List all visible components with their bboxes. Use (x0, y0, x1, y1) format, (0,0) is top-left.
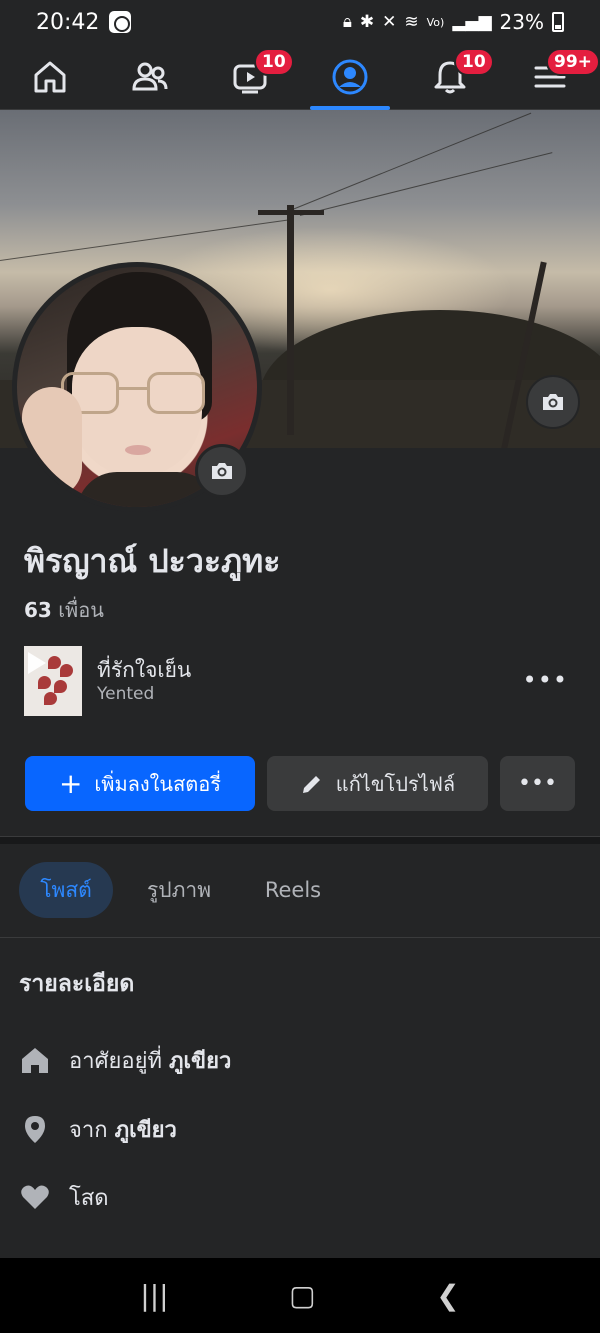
bluetooth-icon: ✱ (359, 12, 375, 32)
lives-in-place[interactable]: ภูเขียว (169, 1049, 231, 1074)
profile-music[interactable]: ที่รักใจเย็น Yented ••• (24, 646, 576, 716)
plus-icon: + (58, 767, 83, 800)
power-line (299, 152, 553, 216)
music-title: ที่รักใจเย็น (97, 658, 192, 682)
system-navigation-bar: ||| ▢ ❮ (0, 1258, 600, 1333)
add-to-story-button[interactable]: + เพิ่มลงในสตอรี่ (25, 756, 255, 811)
status-bar: 20:42 🔒︎ ✱ ✕ ≋ Vo) ▂▄▆ 23% (0, 0, 600, 44)
from-prefix: จาก (69, 1117, 108, 1143)
section-divider (0, 836, 600, 844)
location-pin-icon (25, 1116, 45, 1143)
edit-profile-picture-button[interactable] (195, 444, 249, 498)
relationship-status: โสด (69, 1185, 109, 1211)
music-artist: Yented (97, 684, 155, 704)
from-place[interactable]: ภูเขียว (115, 1118, 177, 1143)
hand (22, 387, 82, 497)
camera-icon (543, 394, 563, 410)
menu-badge: 99+ (546, 47, 600, 76)
home-button[interactable]: ▢ (289, 1279, 315, 1312)
notifications-badge: 10 (454, 47, 494, 76)
nav-home[interactable] (10, 44, 90, 110)
nav-watch[interactable]: 10 (210, 44, 294, 110)
from-text: จาก ภูเขียว (69, 1112, 177, 1147)
signal-icon: ▂▄▆ (452, 12, 492, 32)
battery-icon (552, 12, 564, 32)
more-icon: ••• (518, 771, 557, 796)
petal (44, 692, 57, 705)
edit-cover-camera-button[interactable] (526, 375, 580, 429)
friends-number: 63 (24, 598, 52, 622)
nav-friends[interactable] (110, 44, 190, 110)
more-options-button[interactable]: ••• (500, 756, 575, 811)
profile-name: พิรญาณ์ ปะวะภูทะ (24, 542, 281, 580)
heart-icon (21, 1185, 49, 1209)
mute-icon: ✕ (382, 12, 397, 32)
petal (38, 676, 51, 689)
lives-in-prefix: อาศัยอยู่ที่ (69, 1048, 163, 1074)
lives-in-text: อาศัยอยู่ที่ ภูเขียว (69, 1043, 231, 1078)
music-more-icon[interactable]: ••• (523, 666, 568, 694)
detail-relationship: โสด (19, 1177, 109, 1217)
top-nav: 10 10 99+ (0, 44, 600, 110)
glasses-bridge (119, 387, 149, 390)
tab-reels[interactable]: Reels (248, 862, 338, 918)
friends-count[interactable]: 63 เพื่อน (24, 594, 104, 626)
status-right: 🔒︎ ✱ ✕ ≋ Vo) ▂▄▆ 23% (343, 10, 564, 34)
status-time: 20:42 (36, 9, 100, 35)
petal (48, 656, 61, 669)
status-left: 20:42 (36, 9, 132, 35)
recent-apps-button[interactable]: ||| (140, 1279, 168, 1312)
petal (54, 680, 67, 693)
watch-badge: 10 (254, 47, 294, 76)
home-icon (22, 1048, 48, 1073)
mouth (125, 445, 151, 455)
home-icon (34, 61, 66, 92)
detail-from: จาก ภูเขียว (19, 1109, 177, 1149)
profile-tabs: โพสต์ รูปภาพ Reels (0, 844, 600, 938)
edit-profile-label: แก้ไขโปรไฟล์ (335, 771, 456, 796)
glasses-right (147, 372, 205, 414)
wifi-icon: ≋ (404, 12, 419, 32)
power-line (289, 112, 532, 211)
utility-pole-crossbar (258, 210, 324, 215)
utility-pole (287, 205, 294, 435)
back-button[interactable]: ❮ (436, 1279, 459, 1312)
camera-icon (212, 463, 232, 479)
tab-posts[interactable]: โพสต์ (19, 862, 113, 918)
profile-icon (332, 59, 368, 94)
detail-lives-in: อาศัยอยู่ที่ ภูเขียว (19, 1040, 231, 1080)
play-icon (28, 652, 46, 674)
power-line (0, 219, 288, 261)
music-thumbnail (24, 646, 82, 716)
petal (60, 664, 73, 677)
pencil-icon (302, 775, 320, 793)
nav-menu[interactable]: 99+ (510, 44, 600, 110)
nav-notifications[interactable]: 10 (410, 44, 494, 110)
tab-photos[interactable]: รูปภาพ (130, 862, 228, 918)
messenger-status-icon (109, 11, 132, 33)
friends-label: เพื่อน (58, 598, 104, 622)
nav-profile[interactable] (310, 44, 390, 110)
lock-icon: 🔒︎ (342, 12, 352, 32)
add-to-story-label: เพิ่มลงในสตอรี่ (94, 771, 222, 796)
friends-icon (132, 62, 168, 90)
details-heading: รายละเอียด (19, 971, 135, 997)
volte-icon: Vo) (426, 15, 445, 29)
edit-profile-button[interactable]: แก้ไขโปรไฟล์ (267, 756, 488, 811)
battery-percent: 23% (499, 10, 544, 34)
